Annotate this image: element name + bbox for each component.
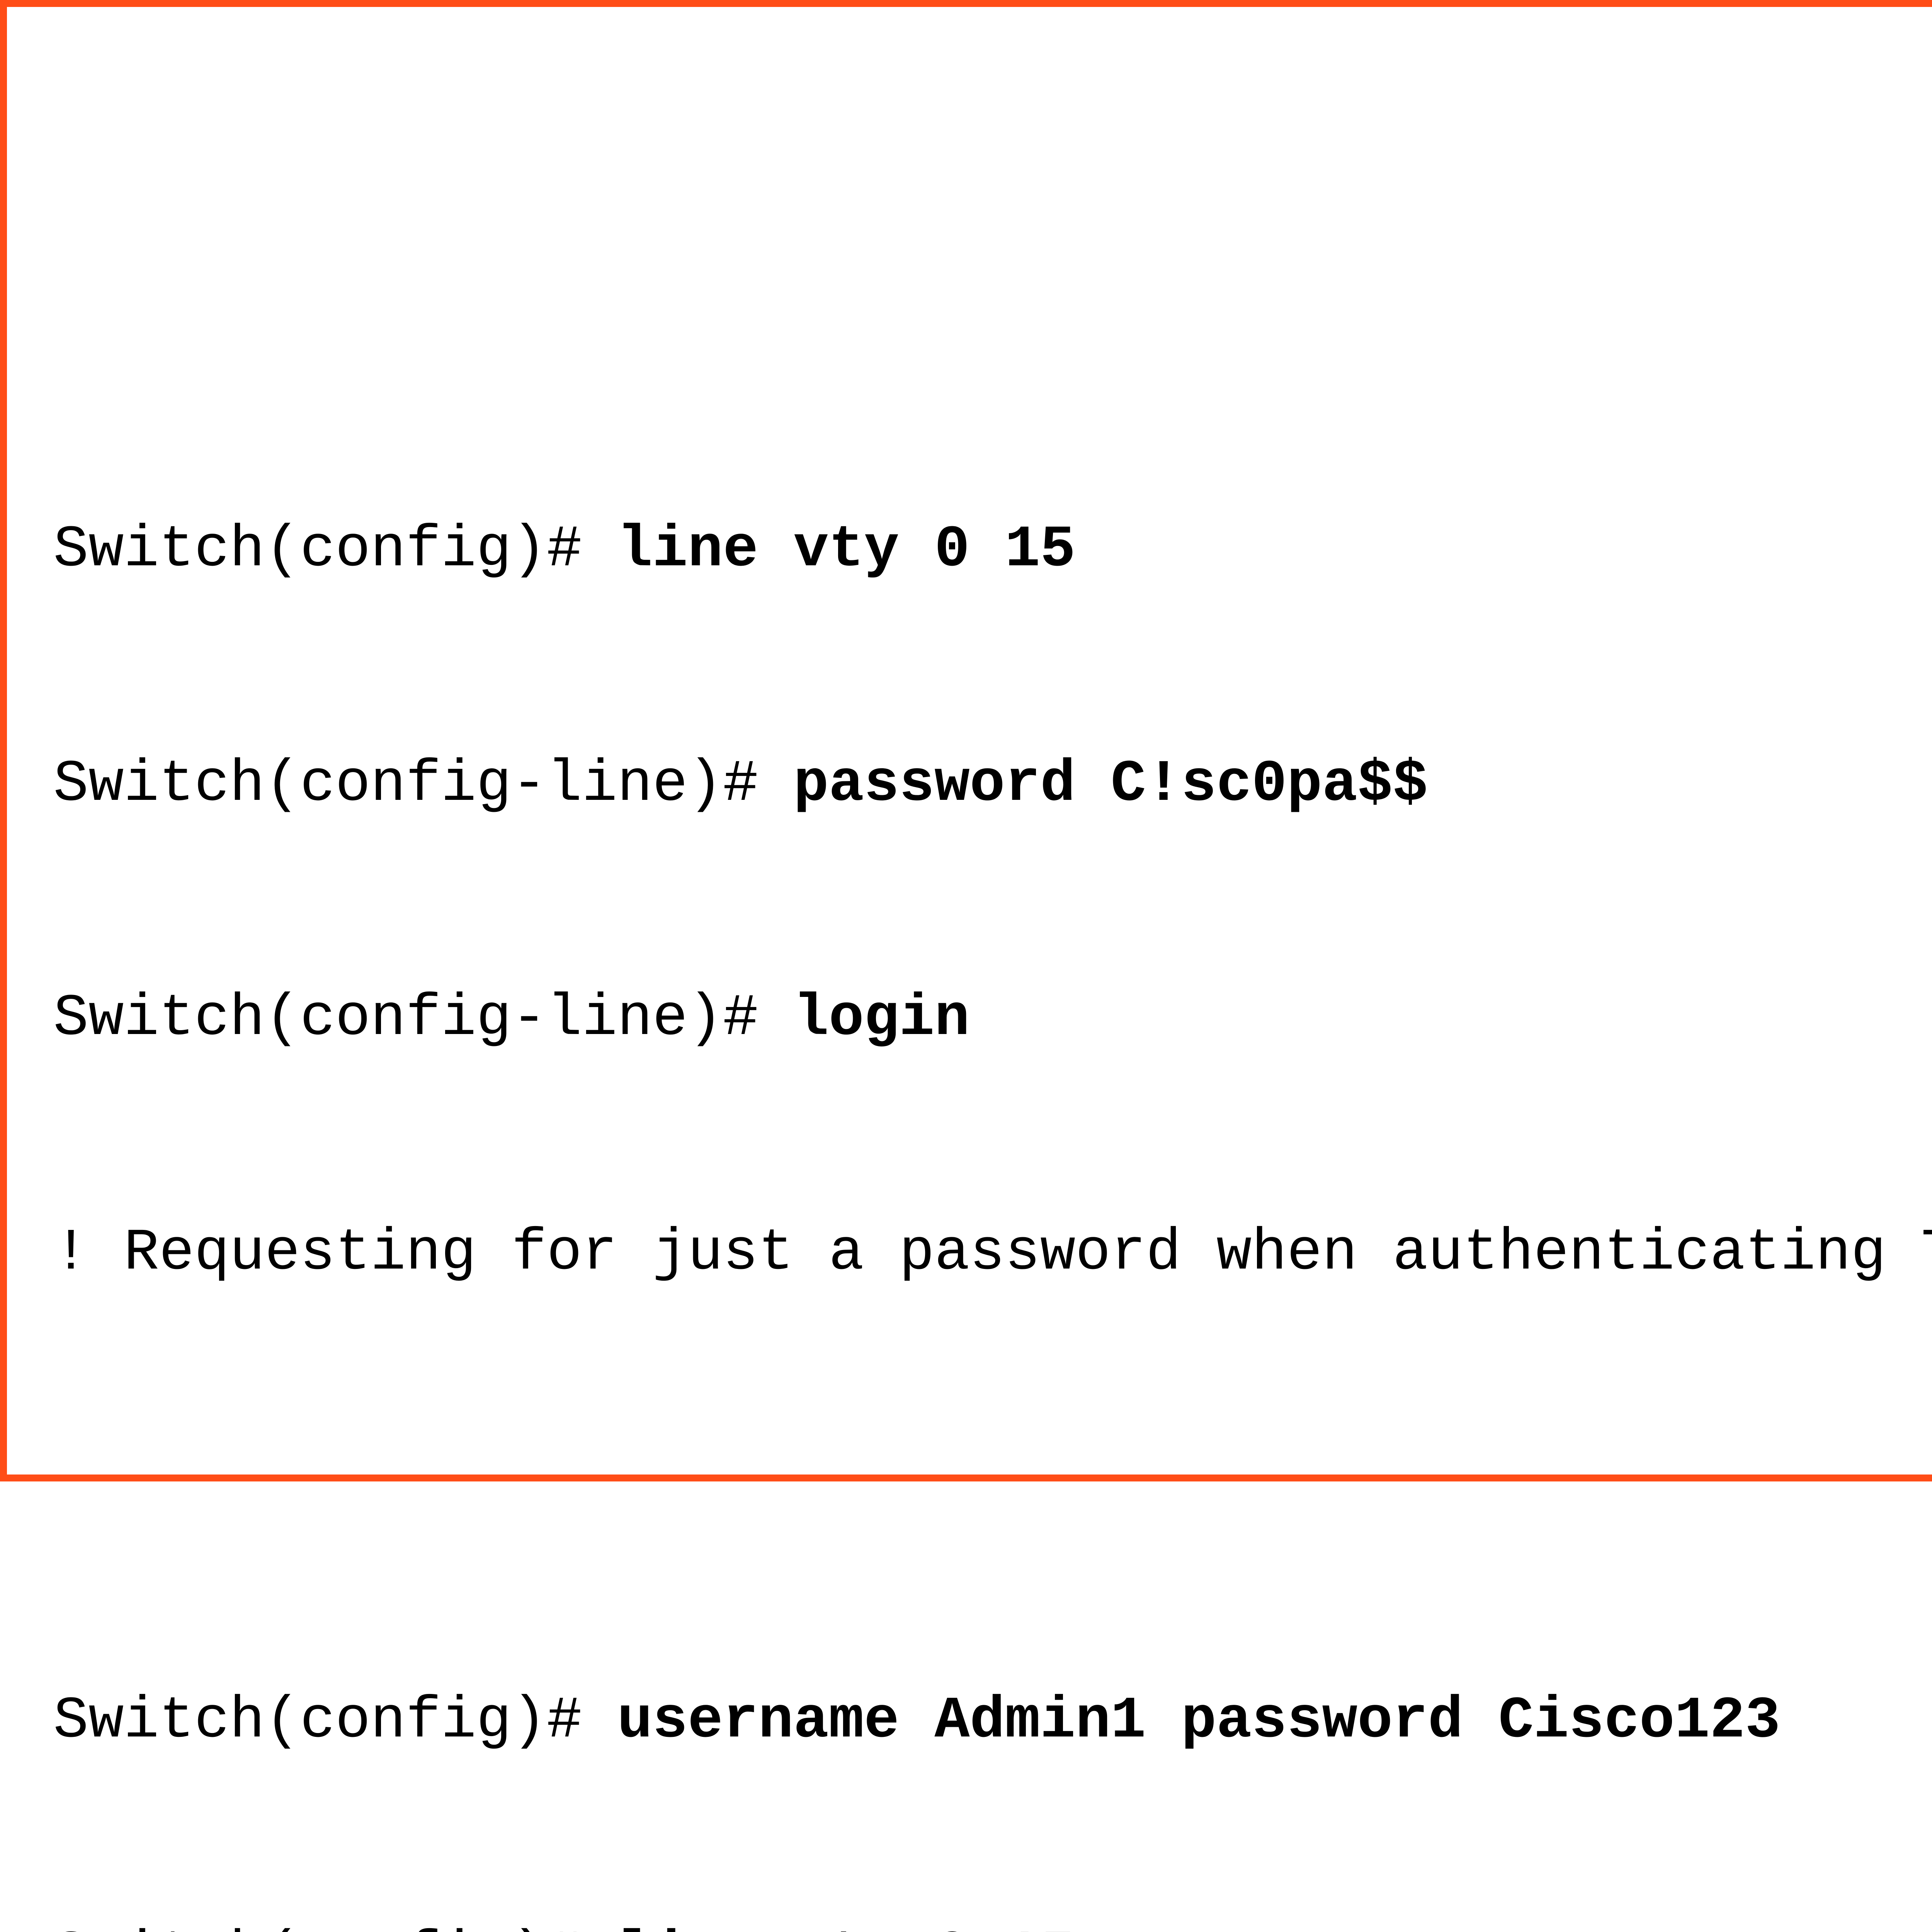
cli-prompt: Switch(config)# (53, 1687, 617, 1754)
cli-command: line vty 0 15 (617, 516, 1075, 583)
cli-comment: ! Requesting for just a password when au… (53, 1214, 1932, 1292)
cli-command: login (794, 985, 970, 1052)
cli-code-block: Switch(config)# line vty 0 15 Switch(con… (53, 355, 1932, 1932)
cli-line: Switch(config-line)# password C!sc0pa$$ (53, 745, 1932, 823)
cli-prompt: Switch(config-line)# (53, 751, 794, 818)
cli-prompt: Switch(config)# (53, 1922, 617, 1932)
cli-command: line vty 0 15 (617, 1922, 1075, 1932)
cli-command: username Admin1 password Cisco123 (617, 1687, 1780, 1754)
cli-command: password C!sc0pa$$ (794, 751, 1428, 818)
cli-line: Switch(config)# line vty 0 15 (53, 1916, 1932, 1932)
cli-prompt: Switch(config)# (53, 516, 617, 583)
cli-prompt: Switch(config-line)# (53, 985, 794, 1052)
cli-line: Switch(config)# username Admin1 password… (53, 1682, 1932, 1760)
document-frame: PIVIT Switch(config)# line vty 0 15 Swit… (0, 0, 1932, 1481)
blank-line (53, 1448, 1932, 1526)
cli-line: Switch(config-line)# login (53, 980, 1932, 1058)
cli-line: Switch(config)# line vty 0 15 (53, 511, 1932, 589)
